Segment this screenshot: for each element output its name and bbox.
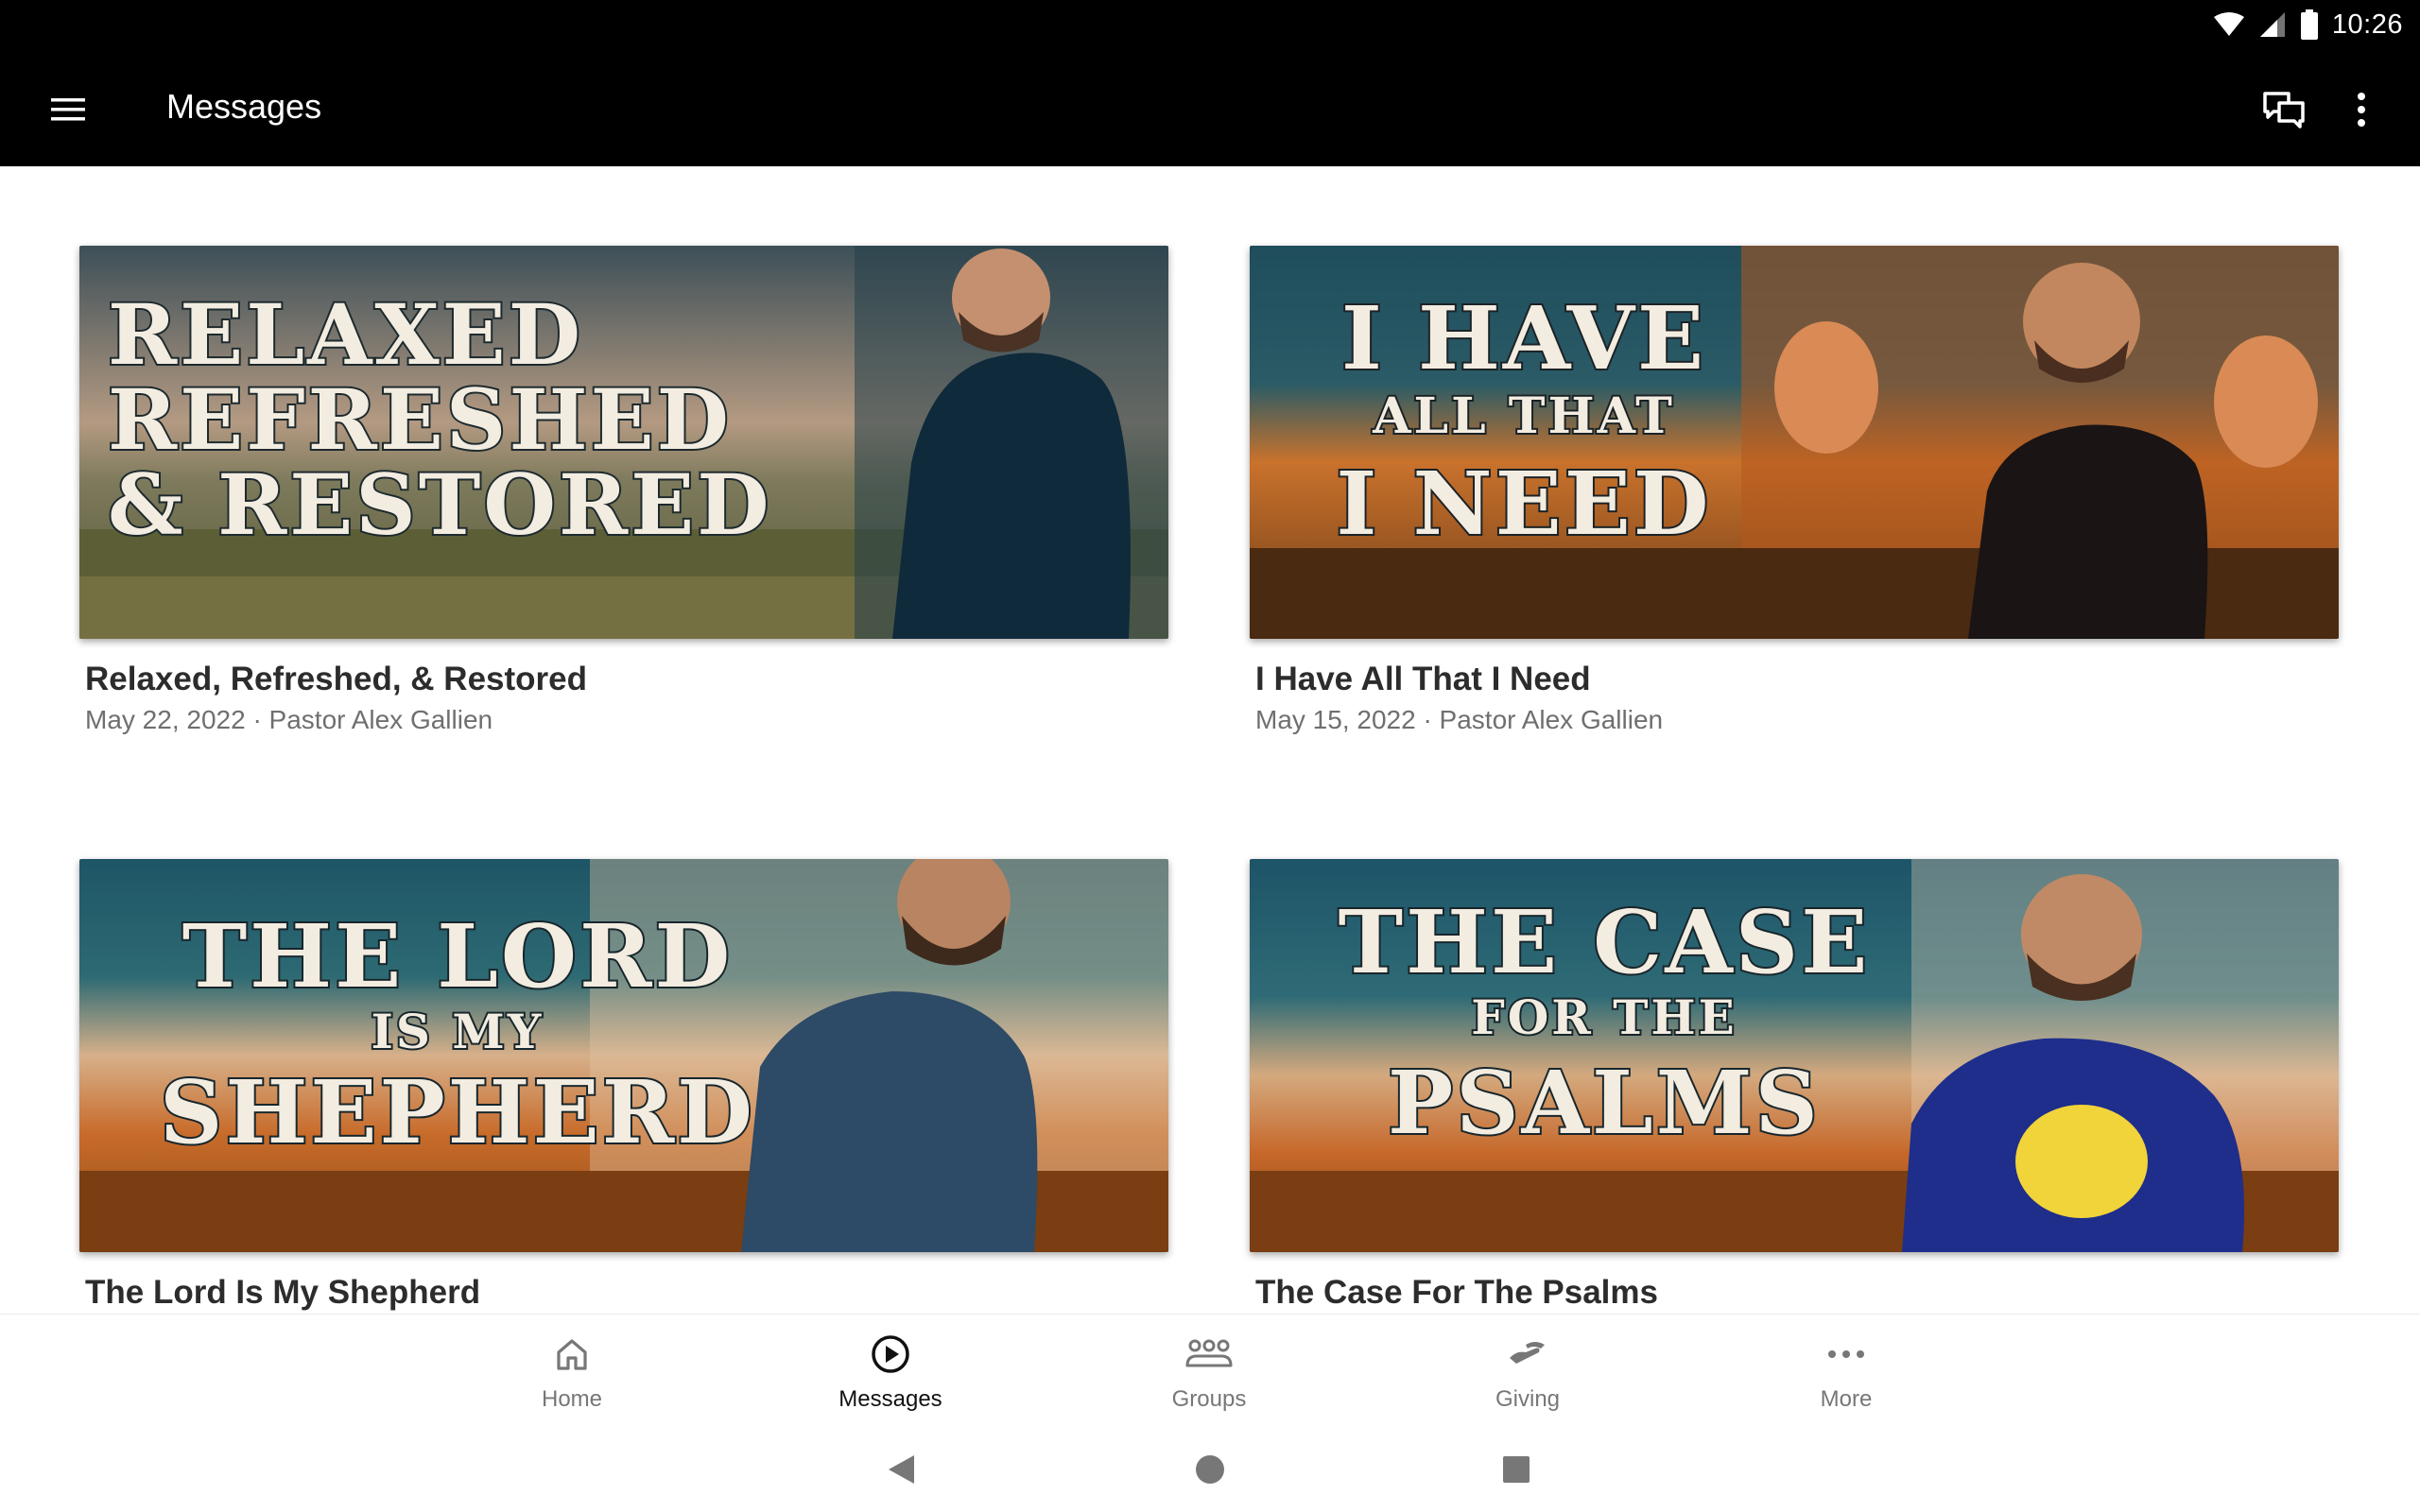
- message-thumbnail: I HAVE ALL THAT I NEED: [1250, 246, 2339, 639]
- nav-label: Messages: [838, 1386, 942, 1412]
- system-back-button[interactable]: [877, 1446, 925, 1493]
- nav-home[interactable]: Home: [477, 1332, 666, 1422]
- status-time: 10:26: [2331, 9, 2403, 40]
- art-line: ALL THAT: [1372, 387, 1675, 445]
- nav-label: Home: [541, 1386, 603, 1412]
- message-title: I Have All That I Need: [1255, 661, 1591, 697]
- art-line: IS MY: [372, 1004, 544, 1059]
- art-line: REFRESHED: [108, 370, 732, 469]
- system-home-button[interactable]: [1186, 1446, 1234, 1493]
- nav-label: Groups: [1171, 1386, 1247, 1412]
- cell-signal-icon: [2258, 10, 2287, 39]
- back-triangle-icon: [889, 1455, 914, 1484]
- system-recents-button[interactable]: [1493, 1446, 1540, 1493]
- art-line: SHEPHERD: [160, 1061, 755, 1163]
- nav-more[interactable]: More: [1752, 1332, 1941, 1422]
- chat-bubbles-icon: [2263, 92, 2305, 129]
- message-card[interactable]: RELAXED REFRESHED & RESTORED Relaxed, Re…: [79, 246, 1168, 737]
- battery-icon: [2300, 9, 2319, 40]
- art-line: RELAXED: [108, 285, 583, 384]
- nav-label: Giving: [1495, 1386, 1561, 1412]
- art-line: I NEED: [1336, 453, 1711, 555]
- message-card[interactable]: I HAVE ALL THAT I NEED I Have All That I…: [1250, 246, 2339, 737]
- messages-grid: RELAXED REFRESHED & RESTORED Relaxed, Re…: [0, 166, 2420, 1314]
- home-icon: [557, 1339, 587, 1370]
- more-horizontal-icon: [1828, 1350, 1864, 1358]
- chat-button[interactable]: [2252, 77, 2316, 142]
- art-line: THE LORD: [182, 905, 734, 1007]
- art-line: PSALMS: [1388, 1052, 1821, 1154]
- system-navigation-bar: [0, 1425, 2420, 1512]
- message-meta: May 15, 2022 · Pastor Alex Gallien: [1255, 705, 1664, 734]
- nav-giving[interactable]: Giving: [1433, 1332, 1622, 1422]
- message-thumbnail: THE LORD IS MY SHEPHERD: [79, 859, 1168, 1252]
- message-title: Relaxed, Refreshed, & Restored: [85, 661, 588, 697]
- nav-groups[interactable]: Groups: [1115, 1332, 1304, 1422]
- message-card[interactable]: THE LORD IS MY SHEPHERD The Lord Is My S…: [79, 859, 1168, 1314]
- art-line: I HAVE: [1341, 287, 1706, 389]
- wifi-icon: [2213, 11, 2245, 38]
- nav-label: More: [1820, 1386, 1873, 1412]
- bottom-navigation: Home Messages Groups Giving More: [0, 1314, 2420, 1426]
- art-line: THE CASE: [1339, 891, 1871, 993]
- giving-hand-icon: [1510, 1342, 1545, 1364]
- message-thumbnail: THE CASE FOR THE PSALMS: [1250, 859, 2339, 1252]
- overflow-menu-button[interactable]: [2329, 77, 2394, 142]
- message-thumbnail: RELAXED REFRESHED & RESTORED: [79, 246, 1168, 639]
- menu-button[interactable]: [36, 77, 100, 142]
- app-bar: 10:26 Messages: [0, 0, 2420, 166]
- page-title: Messages: [166, 87, 322, 126]
- message-title: The Case For The Psalms: [1255, 1274, 1658, 1311]
- message-card[interactable]: THE CASE FOR THE PSALMS The Case For The…: [1250, 859, 2339, 1314]
- play-circle-icon: [872, 1335, 909, 1373]
- nav-messages[interactable]: Messages: [796, 1332, 985, 1422]
- home-circle-icon: [1196, 1455, 1224, 1484]
- message-title: The Lord Is My Shepherd: [85, 1274, 481, 1311]
- hamburger-menu-icon: [51, 98, 85, 121]
- recents-square-icon: [1503, 1456, 1530, 1483]
- status-bar: 10:26: [2213, 6, 2403, 43]
- more-vertical-icon: [2358, 93, 2365, 127]
- art-line: & RESTORED: [108, 455, 772, 554]
- art-line: FOR THE: [1471, 989, 1737, 1045]
- message-meta: May 22, 2022 · Pastor Alex Gallien: [85, 705, 493, 734]
- groups-icon: [1185, 1339, 1233, 1367]
